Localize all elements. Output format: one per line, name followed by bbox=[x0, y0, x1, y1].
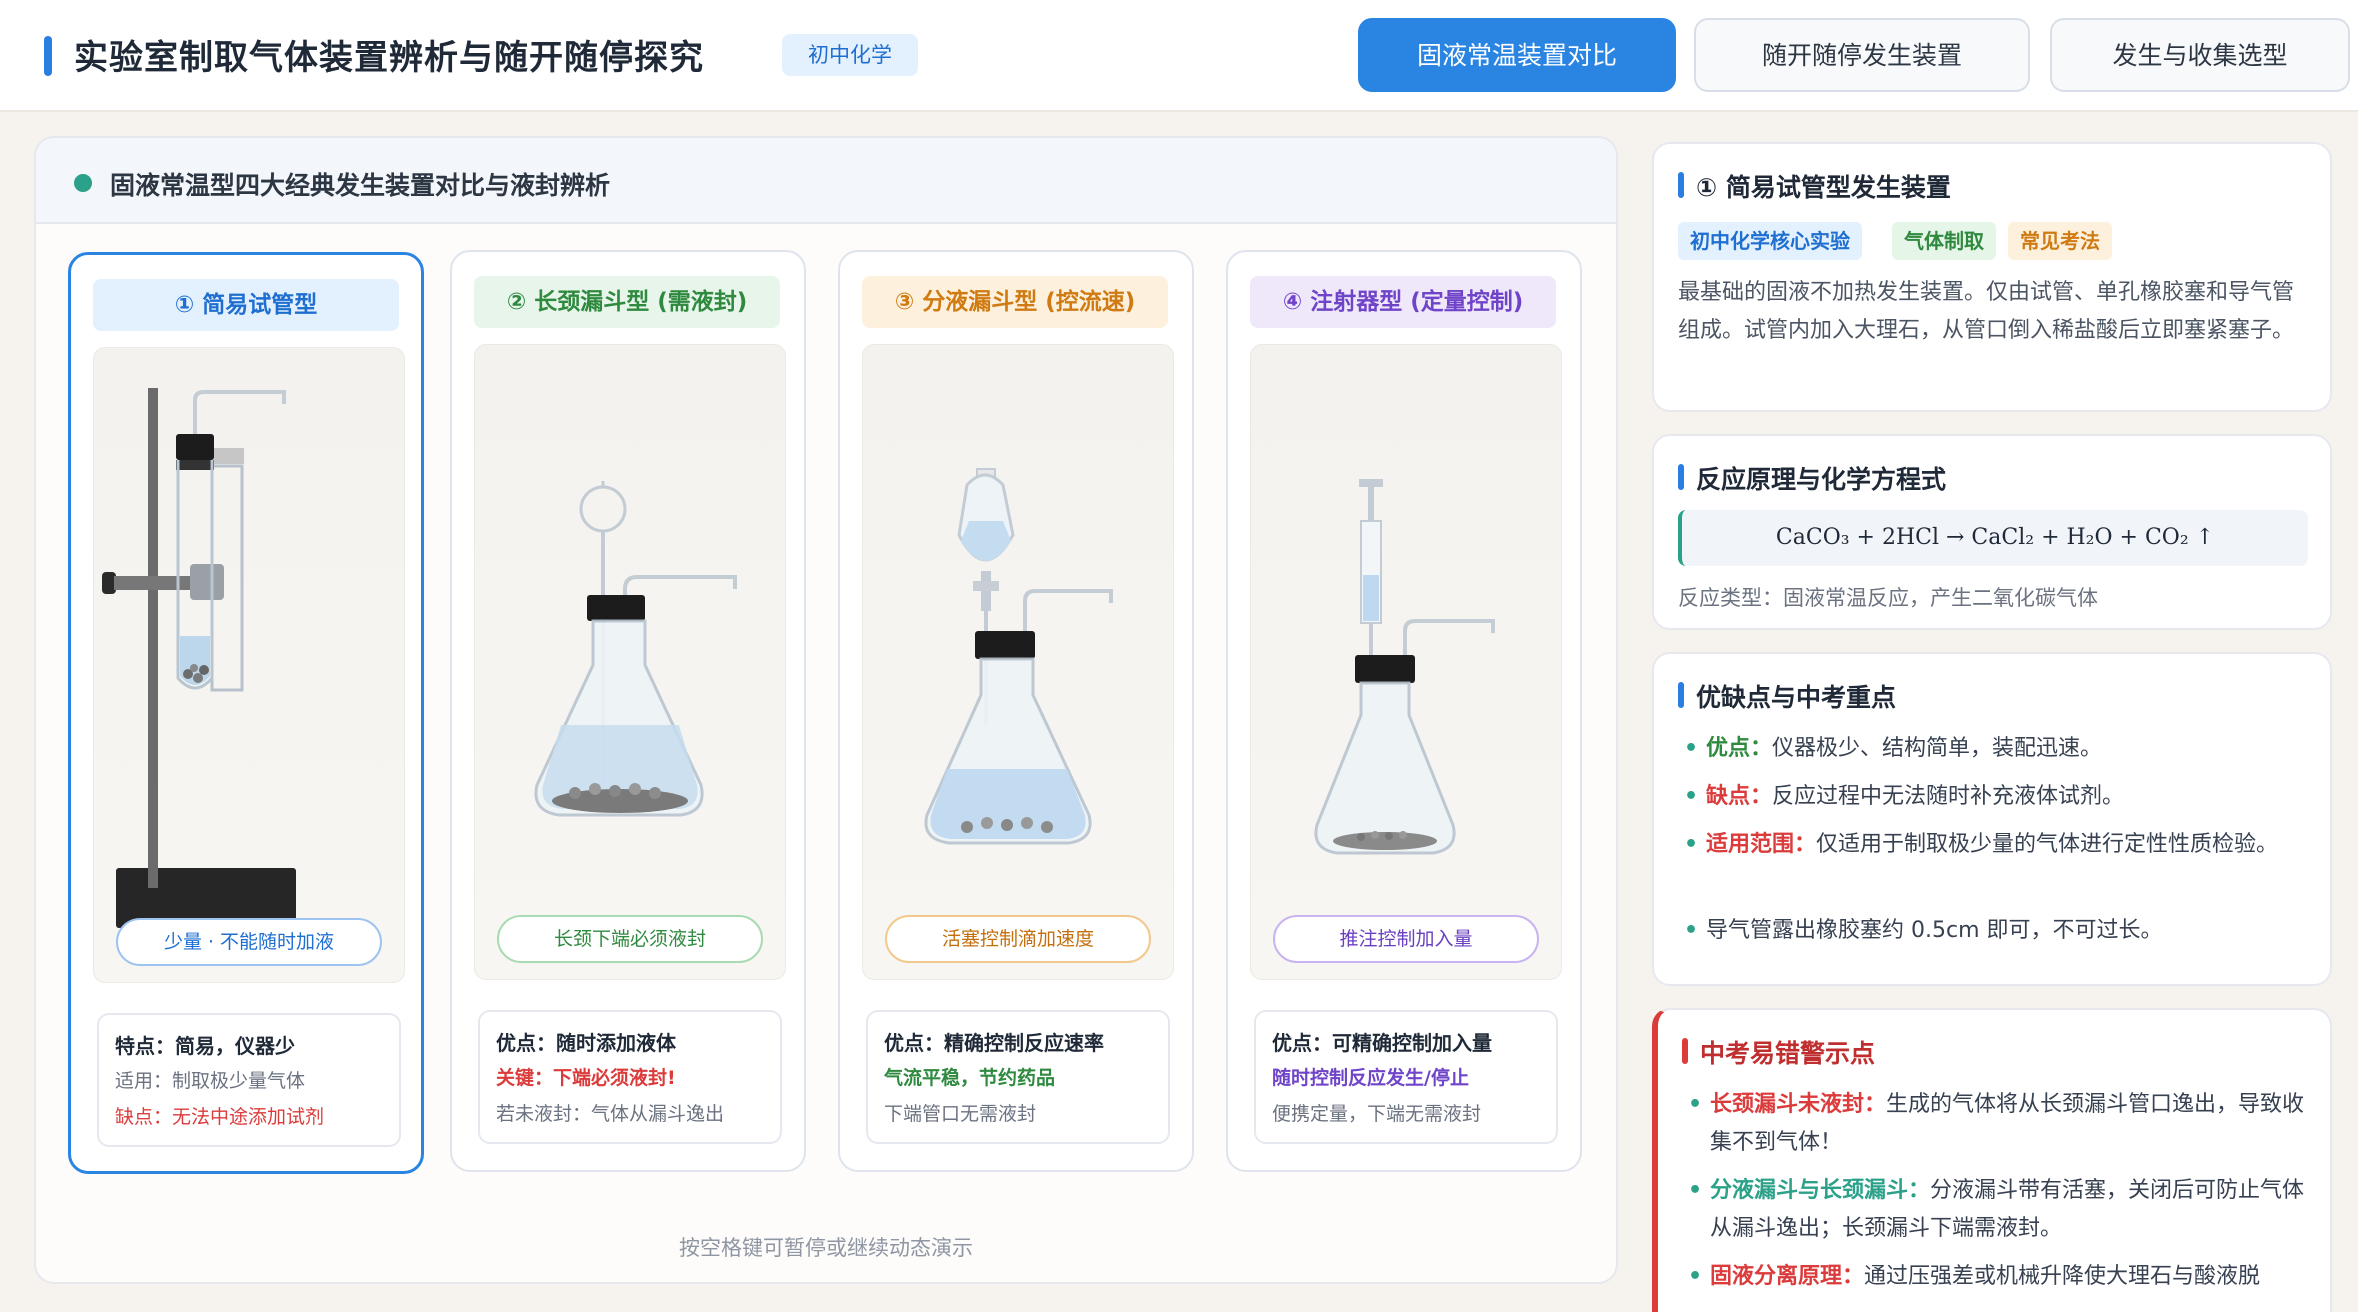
info-line-3: 便携定量，下端无需液封 bbox=[1272, 1103, 1482, 1125]
con-item: 缺点：反应过程中无法随时补充液体试剂。 bbox=[1684, 778, 2304, 816]
device-card-long-neck-funnel[interactable]: ② 长颈漏斗型 (需液封) 长颈下端必须液封 优点：随时添加液体 关键：下端必须… bbox=[450, 250, 806, 1172]
long-neck-funnel-apparatus-image: 长颈下端必须液封 bbox=[474, 344, 786, 980]
pro-item: 优点：仪器极少、结构简单，装配迅速。 bbox=[1684, 730, 2304, 768]
exam-warning-card: 中考易错警示点 长颈漏斗未液封：生成的气体将从长颈漏斗管口逸出，导致收集不到气体… bbox=[1652, 1008, 2332, 1312]
warning-title: 中考易错警示点 bbox=[1682, 1034, 1875, 1070]
card-info: 优点：随时添加液体 关键：下端必须液封! 若未液封：气体从漏斗逸出 bbox=[478, 1010, 782, 1144]
device-card-separatory-funnel[interactable]: ③ 分液漏斗型 (控流速) 活塞控制滴加速度 优点：精确控制反应速率 气流平稳，… bbox=[838, 250, 1194, 1172]
card-title: ① 简易试管型 bbox=[93, 279, 399, 331]
warning-item: 分液漏斗与长颈漏斗：分液漏斗带有活塞，关闭后可防止气体从漏斗逸出；长颈漏斗下端需… bbox=[1688, 1172, 2308, 1248]
info-line-3: 下端管口无需液封 bbox=[884, 1103, 1037, 1125]
tube-length-item: 导气管露出橡胶塞约 0.5cm 即可，不可过长。 bbox=[1684, 912, 2304, 950]
status-dot-icon bbox=[74, 174, 92, 192]
reaction-card: 反应原理与化学方程式 CaCO₃ + 2HCl → CaCl₂ + H₂O + … bbox=[1652, 434, 2332, 630]
panel-title: 固液常温型四大经典发生装置对比与液封辨析 bbox=[110, 171, 611, 200]
info-line-3: 缺点：无法中途添加试剂 bbox=[115, 1106, 325, 1128]
card-title: ② 长颈漏斗型 (需液封) bbox=[474, 276, 780, 328]
info-line-1: 优点：精确控制反应速率 bbox=[884, 1031, 1104, 1055]
test-tube-apparatus-image: 少量 · 不能随时加液 bbox=[93, 347, 405, 983]
info-line-3: 若未液封：气体从漏斗逸出 bbox=[496, 1103, 725, 1125]
info-line-1: 特点：简易，仪器少 bbox=[115, 1034, 295, 1058]
info-line-1: 优点：可精确控制加入量 bbox=[1272, 1031, 1492, 1055]
tag-common-exam: 常见考法 bbox=[2008, 222, 2112, 260]
reaction-type: 反应类型：固液常温反应，产生二氧化碳气体 bbox=[1678, 586, 2098, 610]
separatory-funnel-apparatus-image: 活塞控制滴加速度 bbox=[862, 344, 1174, 980]
card-pill: 推注控制加入量 bbox=[1273, 915, 1539, 963]
keyboard-hint: 按空格键可暂停或继续动态演示 bbox=[679, 1236, 973, 1260]
app-header: 实验室制取气体装置辨析与随开随停探究 初中化学 固液常温装置对比 随开随停发生装… bbox=[0, 0, 2358, 112]
scope-item: 适用范围：仅适用于制取极少量的气体进行定性性质检验。 bbox=[1684, 826, 2304, 864]
tab-generation-collection[interactable]: 发生与收集选型 bbox=[2050, 18, 2350, 92]
card-info: 优点：精确控制反应速率 气流平稳，节约药品 下端管口无需液封 bbox=[866, 1010, 1170, 1144]
device-card-syringe[interactable]: ④ 注射器型 (定量控制) 推注控制加入量 优点：可精确控制加入量 随时控制反应… bbox=[1226, 250, 1582, 1172]
chemical-equation: CaCO₃ + 2HCl → CaCl₂ + H₂O + CO₂ ↑ bbox=[1678, 510, 2308, 566]
card-pill: 活塞控制滴加速度 bbox=[885, 915, 1151, 963]
info-line-2: 适用：制取极少量气体 bbox=[115, 1070, 306, 1092]
grade-badge: 初中化学 bbox=[782, 34, 918, 76]
card-pill: 长颈下端必须液封 bbox=[497, 915, 763, 963]
device-description: 最基础的固液不加热发生装置。仅由试管、单孔橡胶塞和导气管组成。试管内加入大理石，… bbox=[1678, 280, 2295, 343]
syringe-apparatus-image: 推注控制加入量 bbox=[1250, 344, 1562, 980]
panel-header: 固液常温型四大经典发生装置对比与液封辨析 bbox=[36, 138, 1616, 224]
tab-solid-liquid-compare[interactable]: 固液常温装置对比 bbox=[1358, 18, 1676, 92]
device-card-test-tube[interactable]: ① 简易试管型 少量 · 不能随时加液 特点：简易，仪器少 适用：制取极少量气体… bbox=[68, 252, 424, 1174]
tag-core-experiment: 初中化学核心实验 bbox=[1678, 222, 1862, 260]
info-line-2: 随时控制反应发生/停止 bbox=[1272, 1067, 1469, 1089]
info-line-2: 关键：下端必须液封! bbox=[496, 1067, 676, 1089]
card-pill: 少量 · 不能随时加液 bbox=[116, 918, 382, 966]
warning-item: 固液分离原理：通过压强差或机械升降使大理石与酸液脱 bbox=[1688, 1258, 2308, 1296]
title-accent-bar bbox=[44, 36, 52, 76]
device-description-card: ① 简易试管型发生装置 初中化学核心实验 气体制取 常见考法 最基础的固液不加热… bbox=[1652, 142, 2332, 412]
info-line-2: 气流平稳，节约药品 bbox=[884, 1067, 1056, 1089]
reaction-title: 反应原理与化学方程式 bbox=[1678, 460, 1946, 496]
card-info: 特点：简易，仪器少 适用：制取极少量气体 缺点：无法中途添加试剂 bbox=[97, 1013, 401, 1147]
pros-cons-card: 优缺点与中考重点 优点：仪器极少、结构简单，装配迅速。 缺点：反应过程中无法随时… bbox=[1652, 652, 2332, 986]
card-info: 优点：可精确控制加入量 随时控制反应发生/停止 便携定量，下端无需液封 bbox=[1254, 1010, 1558, 1144]
tab-start-stop-device[interactable]: 随开随停发生装置 bbox=[1694, 18, 2030, 92]
pros-cons-title: 优缺点与中考重点 bbox=[1678, 678, 1896, 714]
card-title: ③ 分液漏斗型 (控流速) bbox=[862, 276, 1168, 328]
card-title: ④ 注射器型 (定量控制) bbox=[1250, 276, 1556, 328]
tag-gas-preparation: 气体制取 bbox=[1892, 222, 1996, 260]
info-line-1: 优点：随时添加液体 bbox=[496, 1031, 676, 1055]
warning-item: 长颈漏斗未液封：生成的气体将从长颈漏斗管口逸出，导致收集不到气体！ bbox=[1688, 1086, 2308, 1162]
page-title: 实验室制取气体装置辨析与随开随停探究 bbox=[74, 38, 704, 78]
device-title: ① 简易试管型发生装置 bbox=[1678, 168, 1951, 204]
